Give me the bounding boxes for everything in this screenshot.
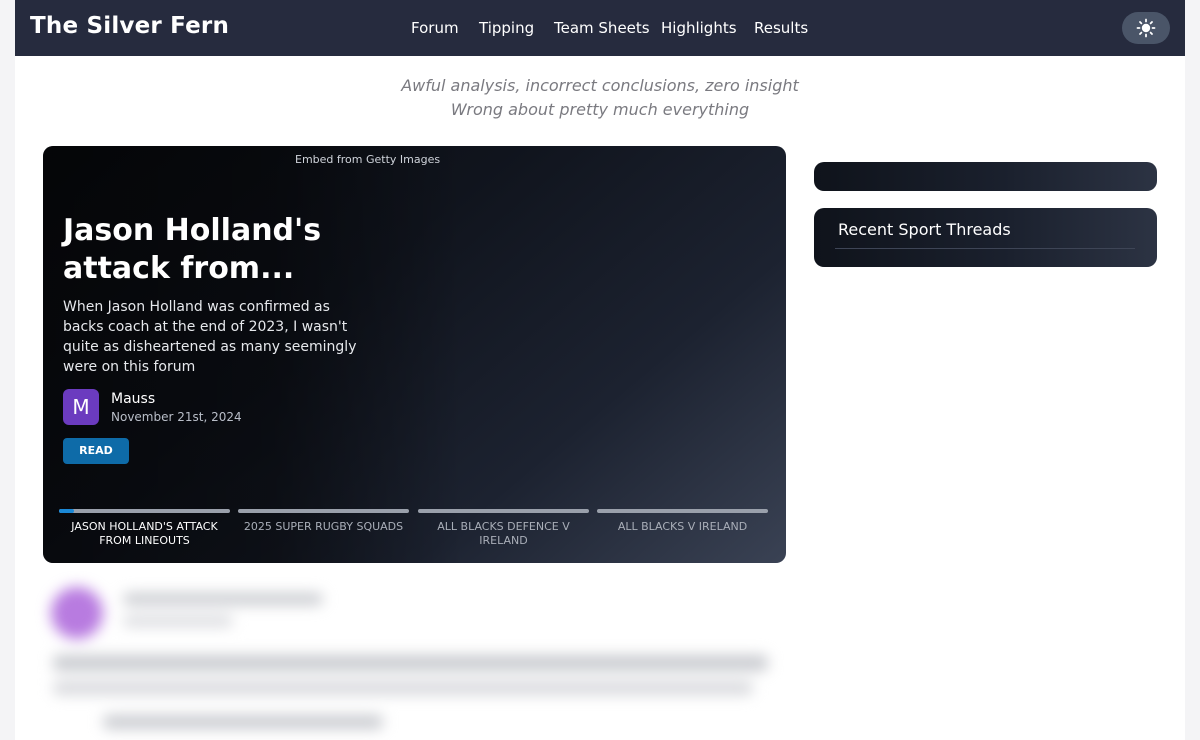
nav-link-team-sheets[interactable]: Team Sheets <box>554 19 650 37</box>
nav-link-results[interactable]: Results <box>754 19 808 37</box>
nav-link-highlights[interactable]: Highlights <box>661 19 737 37</box>
nav-link-tipping[interactable]: Tipping <box>479 19 534 37</box>
carousel-tab-label: 2025 SUPER RUGBY SQUADS <box>243 520 404 533</box>
nav-link-forum[interactable]: Forum <box>411 19 459 37</box>
sidebar-empty-card <box>814 162 1157 191</box>
recent-threads-divider <box>835 248 1135 249</box>
top-navbar: The Silver Fern Forum Tipping Team Sheet… <box>15 0 1185 56</box>
recent-threads-title: Recent Sport Threads <box>838 220 1011 239</box>
featured-article-carousel: Embed from Getty Images Jason Holland's … <box>43 146 786 563</box>
author-avatar[interactable]: M <box>63 389 99 425</box>
recent-threads-card: Recent Sport Threads <box>814 208 1157 267</box>
theme-toggle-button[interactable] <box>1122 12 1170 44</box>
carousel-tab-3[interactable]: ALL BLACKS DEFENCE V IRELAND <box>418 509 589 559</box>
article-excerpt: When Jason Holland was confirmed as back… <box>63 299 357 375</box>
article-date: November 21st, 2024 <box>111 410 242 424</box>
author-name[interactable]: Mauss <box>111 391 155 407</box>
carousel-tab-progress <box>59 509 75 513</box>
carousel-tab-bar <box>418 509 589 513</box>
carousel-tab-bar <box>59 509 230 513</box>
carousel-tab-bar <box>238 509 409 513</box>
blurred-text-line <box>123 593 323 605</box>
blurred-avatar <box>51 587 103 639</box>
blurred-text-line <box>53 655 768 671</box>
blurred-text-line <box>53 681 753 695</box>
sun-icon <box>1136 18 1156 38</box>
tagline-line-1: Awful analysis, incorrect conclusions, z… <box>401 76 799 95</box>
read-button[interactable]: READ <box>63 438 129 464</box>
getty-embed-label[interactable]: Embed from Getty Images <box>295 153 440 166</box>
carousel-tab-1[interactable]: JASON HOLLAND'S ATTACK FROM LINEOUTS <box>59 509 230 559</box>
carousel-tab-bar <box>597 509 768 513</box>
carousel-tab-label: ALL BLACKS DEFENCE V IRELAND <box>437 520 570 547</box>
blurred-text-line <box>123 615 233 627</box>
carousel-tab-2[interactable]: 2025 SUPER RUGBY SQUADS <box>238 509 409 559</box>
article-title[interactable]: Jason Holland's attack from... <box>63 212 363 288</box>
carousel-tab-4[interactable]: ALL BLACKS V IRELAND <box>597 509 768 559</box>
blurred-text-line <box>103 715 383 729</box>
carousel-tab-label: JASON HOLLAND'S ATTACK FROM LINEOUTS <box>71 520 218 547</box>
site-brand[interactable]: The Silver Fern <box>30 13 229 39</box>
page: The Silver Fern Forum Tipping Team Sheet… <box>15 0 1185 740</box>
tagline-line-2: Wrong about pretty much everything <box>450 100 750 119</box>
carousel-tab-label: ALL BLACKS V IRELAND <box>617 520 748 533</box>
blurred-article-preview <box>43 575 786 740</box>
